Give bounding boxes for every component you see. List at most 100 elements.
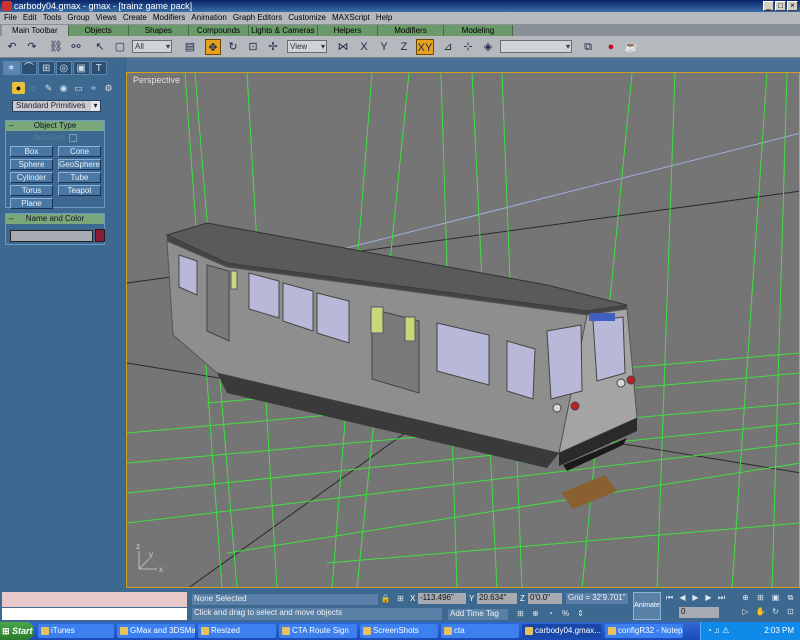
object-name-input[interactable]: [10, 230, 93, 242]
sphere-button[interactable]: Sphere: [10, 159, 53, 170]
add-time-tag-button[interactable]: Add Time Tag: [448, 609, 508, 620]
box-button[interactable]: Box: [10, 146, 53, 157]
display-tab-icon[interactable]: ▣: [73, 61, 90, 75]
start-button[interactable]: Start: [0, 622, 34, 640]
zoom-extents-all-icon[interactable]: ⧉: [785, 593, 796, 603]
primitive-type-dropdown[interactable]: Standard Primitives: [12, 100, 101, 112]
menu-animation[interactable]: Animation: [189, 12, 231, 24]
cylinder-button[interactable]: Cylinder: [10, 172, 53, 183]
lights-icon[interactable]: ✎: [42, 82, 55, 94]
shapes-icon[interactable]: ◌: [27, 82, 40, 94]
zoom-extents-icon[interactable]: ▣: [770, 593, 781, 603]
percent-snap-icon[interactable]: %: [560, 609, 571, 619]
tube-button[interactable]: Tube: [58, 172, 101, 183]
y-coordinate-field[interactable]: 20.634": [477, 593, 517, 604]
angle-snap-icon[interactable]: ◔: [545, 609, 556, 619]
taskbar-configr32-notepad[interactable]: configR32 - Notepad: [605, 624, 683, 638]
tab-compounds[interactable]: Compounds: [188, 25, 250, 36]
teapot-button[interactable]: Teapot: [58, 185, 101, 196]
taskbar-cta-route-sign[interactable]: CTA Route Sign: [279, 624, 357, 638]
select-by-name-icon[interactable]: ▤: [182, 39, 198, 55]
current-frame-field[interactable]: 0: [679, 607, 719, 618]
constraint-x-button[interactable]: X: [356, 39, 372, 55]
minimize-button[interactable]: _: [763, 1, 774, 11]
spinner-snap-icon[interactable]: ◈: [480, 39, 496, 55]
select-and-move-icon[interactable]: ✥: [205, 39, 221, 55]
schematic-view-icon[interactable]: ⧉: [580, 39, 596, 55]
menu-edit[interactable]: Edit: [21, 12, 41, 24]
tab-shapes[interactable]: Shapes: [128, 25, 189, 36]
tab-objects[interactable]: Objects: [68, 25, 129, 36]
tab-modeling[interactable]: Modeling: [443, 25, 514, 36]
key-mode-icon[interactable]: ⊞: [515, 609, 526, 619]
helpers-icon[interactable]: ▭: [72, 82, 85, 94]
menu-graph-editors[interactable]: Graph Editors: [231, 12, 286, 24]
goto-start-icon[interactable]: ⏮: [664, 593, 675, 603]
geometry-icon[interactable]: ●: [12, 82, 25, 94]
taskbar-carbody04-gmax[interactable]: carbody04.gmax...: [522, 624, 602, 638]
selection-filter-dropdown[interactable]: All: [132, 40, 172, 53]
play-icon[interactable]: ▶: [690, 593, 701, 603]
hierarchy-tab-icon[interactable]: ⊞: [38, 61, 55, 75]
utilities-tab-icon[interactable]: T: [90, 61, 107, 75]
object-type-title[interactable]: Object Type: [6, 121, 104, 131]
menu-views[interactable]: Views: [94, 12, 121, 24]
name-color-title[interactable]: Name and Color: [6, 214, 104, 224]
taskbar-screenshots[interactable]: ScreenShots: [360, 624, 438, 638]
undo-icon[interactable]: ↶: [4, 39, 20, 55]
named-selection-dropdown[interactable]: [500, 40, 572, 53]
reference-coord-dropdown[interactable]: View: [287, 40, 327, 53]
redo-icon[interactable]: ↷: [24, 39, 40, 55]
goto-end-icon[interactable]: ⏭: [716, 593, 727, 603]
systems-icon[interactable]: ⚙: [102, 82, 115, 94]
constraint-y-button[interactable]: Y: [376, 39, 392, 55]
x-coordinate-field[interactable]: -113.496": [418, 593, 466, 604]
pivot-icon[interactable]: ✢: [265, 39, 281, 55]
z-coordinate-field[interactable]: 0'0.0": [528, 593, 562, 604]
select-and-rotate-icon[interactable]: ↻: [225, 39, 241, 55]
cameras-icon[interactable]: ◉: [57, 82, 70, 94]
viewport-label[interactable]: Perspective: [133, 75, 180, 85]
menu-customize[interactable]: Customize: [286, 12, 330, 24]
pan-icon[interactable]: ✋: [755, 607, 766, 617]
maximize-button[interactable]: □: [775, 1, 786, 11]
snap-toggle-icon[interactable]: ⊕: [530, 609, 541, 619]
menu-maxscript[interactable]: MAXScript: [330, 12, 374, 24]
select-and-scale-icon[interactable]: ⊡: [245, 39, 261, 55]
taskbar-itunes[interactable]: iTunes: [38, 624, 114, 638]
taskbar-resized[interactable]: Resized: [198, 624, 276, 638]
maxscript-listener-output[interactable]: [2, 592, 187, 607]
animate-button[interactable]: Animate: [633, 592, 661, 620]
taskbar-cta[interactable]: cta: [441, 624, 519, 638]
align-icon[interactable]: ⊿: [440, 39, 456, 55]
motion-tab-icon[interactable]: ◎: [55, 61, 72, 75]
object-color-swatch[interactable]: [95, 229, 105, 242]
render-icon[interactable]: ☕: [623, 39, 639, 55]
create-tab-icon[interactable]: ✶: [3, 61, 20, 75]
menu-create[interactable]: Create: [121, 12, 151, 24]
unlink-icon[interactable]: ⚯: [68, 39, 84, 55]
select-link-icon[interactable]: ⛓: [48, 39, 64, 55]
tab-main-toolbar[interactable]: Main Toolbar: [2, 25, 69, 36]
tab-lights-cameras[interactable]: Lights & Cameras: [249, 25, 318, 36]
close-button[interactable]: ×: [787, 1, 798, 11]
cone-button[interactable]: Cone: [58, 146, 101, 157]
tab-modifiers[interactable]: Modifiers: [378, 25, 444, 36]
spacewarps-icon[interactable]: ≈: [87, 82, 100, 94]
torus-button[interactable]: Torus: [10, 185, 53, 196]
menu-tools[interactable]: Tools: [41, 12, 66, 24]
select-object-icon[interactable]: ↖: [92, 39, 108, 55]
absolute-mode-icon[interactable]: ⊞: [395, 594, 406, 604]
material-editor-icon[interactable]: ●: [603, 39, 619, 55]
menu-help[interactable]: Help: [374, 12, 396, 24]
plane-button[interactable]: Plane: [10, 198, 53, 209]
mirror-icon[interactable]: ⋈: [335, 39, 351, 55]
maximize-viewport-icon[interactable]: ⊡: [785, 607, 796, 617]
spinner-snap-toggle-icon[interactable]: ⇕: [575, 609, 586, 619]
menu-modifiers[interactable]: Modifiers: [151, 12, 189, 24]
field-of-view-icon[interactable]: ▷: [740, 607, 751, 617]
constraint-xy-button[interactable]: XY: [416, 39, 434, 55]
zoom-icon[interactable]: ⊕: [740, 593, 751, 603]
snap-icon[interactable]: ⊹: [460, 39, 476, 55]
zoom-all-icon[interactable]: ⊞: [755, 593, 766, 603]
